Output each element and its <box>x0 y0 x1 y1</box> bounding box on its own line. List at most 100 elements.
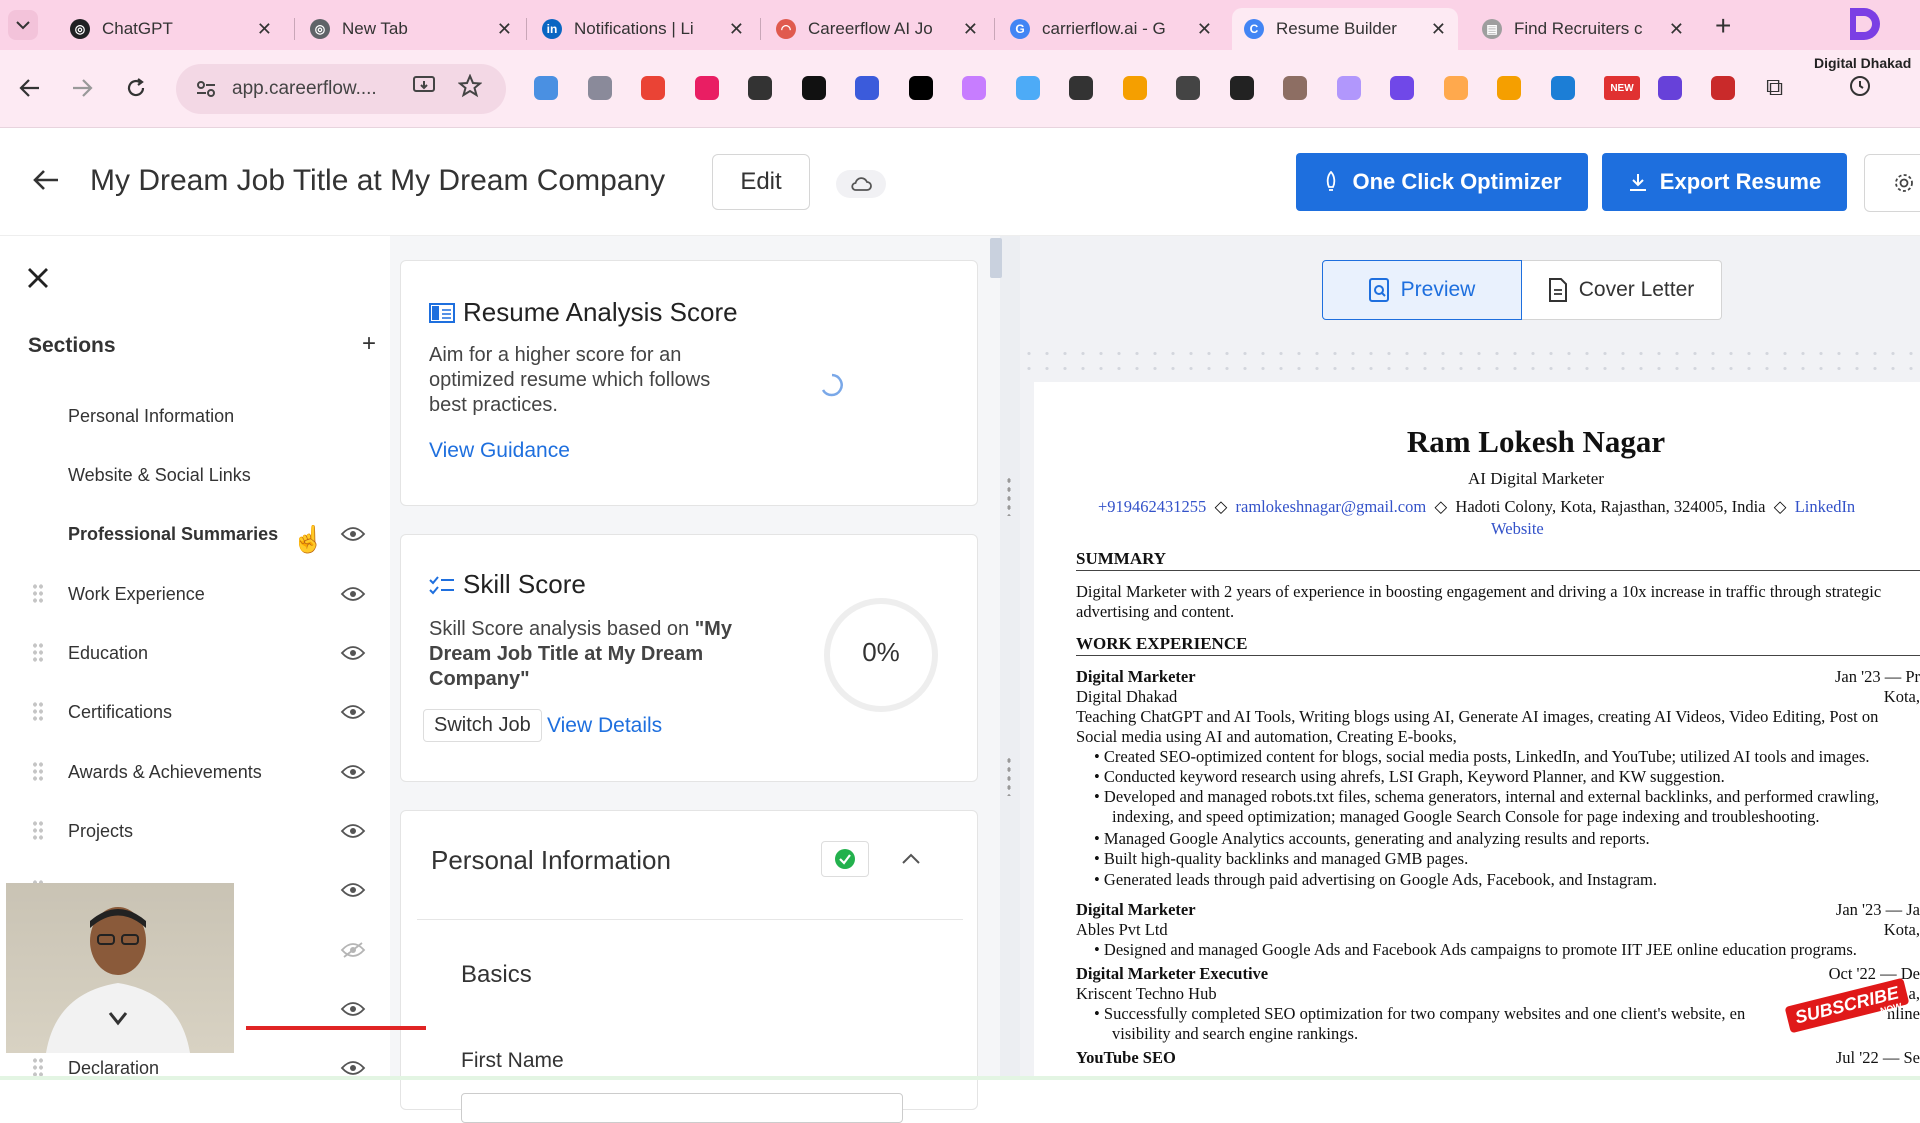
ext-c-icon[interactable] <box>1015 76 1040 100</box>
new-tab-button[interactable]: + <box>1715 10 1731 42</box>
ext-warning-icon[interactable] <box>1497 76 1521 100</box>
view-guidance-link[interactable]: View Guidance <box>429 439 570 463</box>
ext-m-icon[interactable] <box>1336 76 1361 100</box>
ext-cam-icon[interactable] <box>1283 76 1307 100</box>
ext-nine-icon[interactable] <box>1711 76 1735 100</box>
one-click-optimizer-button[interactable]: One Click Optimizer <box>1296 153 1588 211</box>
ext-s-icon[interactable] <box>801 76 826 100</box>
tab-close-icon[interactable]: ✕ <box>963 19 978 40</box>
tab-close-icon[interactable]: ✕ <box>1197 19 1212 40</box>
sidebar-section-item[interactable] <box>0 631 390 677</box>
eye-icon[interactable] <box>340 882 366 898</box>
browser-tab[interactable]: ▤ Find Recruiters c ✕ <box>1470 8 1696 50</box>
ext-l-icon[interactable] <box>1657 76 1682 100</box>
ext-flower-icon[interactable] <box>962 76 986 100</box>
pane-resizer[interactable] <box>990 236 1020 1080</box>
drag-handle-icon[interactable] <box>32 642 44 664</box>
drag-handle-icon[interactable] <box>32 701 44 723</box>
ext-puzzle-color-icon[interactable] <box>1122 76 1147 100</box>
back-button[interactable] <box>10 68 50 108</box>
view-details-link[interactable]: View Details <box>547 714 662 738</box>
cover-letter-label: Cover Letter <box>1578 278 1695 301</box>
tab-separator <box>526 18 527 40</box>
first-name-input[interactable] <box>461 1093 903 1123</box>
sidebar-section-label: Professional Summaries <box>68 524 279 544</box>
resume-phone[interactable]: +919462431255 <box>1098 497 1206 516</box>
eye-icon[interactable] <box>340 1060 366 1076</box>
browser-tab[interactable]: ◠ Careerflow AI Jo ✕ <box>764 8 990 50</box>
eye-icon[interactable] <box>340 704 366 720</box>
tab-close-icon[interactable]: ✕ <box>1431 19 1446 40</box>
collapse-button[interactable] <box>901 851 921 870</box>
tab-close-icon[interactable]: ✕ <box>729 19 744 40</box>
bookmark-star-icon[interactable] <box>457 73 483 103</box>
edit-title-button[interactable]: Edit <box>712 154 810 210</box>
ext-box-icon[interactable] <box>908 76 933 100</box>
ext-chat-icon[interactable] <box>855 76 879 100</box>
resize-handle-bottom[interactable] <box>1006 756 1012 796</box>
ext-tag-icon[interactable] <box>534 76 558 100</box>
tab-close-icon[interactable]: ✕ <box>497 19 512 40</box>
resume-linkedin[interactable]: LinkedIn <box>1795 497 1855 516</box>
resize-handle-top[interactable] <box>1006 476 1012 516</box>
browser-tab-strip: ◎ ChatGPT ✕ ◎ New Tab ✕ in Notifications | Li ✕ ◠… <box>0 0 1920 71</box>
ext-face-icon[interactable] <box>1176 76 1200 100</box>
preview-tab[interactable]: Preview <box>1322 260 1522 320</box>
eye-icon[interactable] <box>340 764 366 780</box>
ext-leaf-icon[interactable] <box>1069 76 1093 100</box>
ext-arrows-icon[interactable] <box>1390 76 1414 100</box>
ext-k-icon[interactable] <box>748 76 772 100</box>
ext-code-icon[interactable] <box>587 76 612 100</box>
ext-g-icon[interactable] <box>641 76 665 100</box>
browser-tab[interactable]: C Resume Builder ✕ <box>1232 8 1458 50</box>
tab-search-button[interactable] <box>8 10 38 40</box>
cover-letter-tab[interactable]: Cover Letter <box>1522 260 1722 320</box>
eye-icon[interactable] <box>340 526 366 542</box>
switch-job-button[interactable]: Switch Job <box>423 709 542 742</box>
ext-dots-icon[interactable] <box>1443 76 1468 100</box>
address-bar[interactable]: app.careerflow.... <box>176 64 506 114</box>
drag-handle-icon[interactable] <box>32 820 44 842</box>
browser-tab[interactable]: ◎ ChatGPT ✕ <box>58 8 284 50</box>
close-sidebar-button[interactable] <box>26 266 50 295</box>
browser-tab[interactable]: ◎ New Tab ✕ <box>298 8 524 50</box>
eye-icon[interactable] <box>340 823 366 839</box>
eye-icon[interactable] <box>340 586 366 602</box>
browser-tab[interactable]: Gcarrierflow.ai - G ✕ <box>998 8 1224 50</box>
add-section-button[interactable]: + <box>362 330 376 358</box>
profile-avatar[interactable] <box>1840 2 1884 46</box>
reload-button[interactable] <box>116 68 156 108</box>
ext-pen-icon[interactable] <box>1229 76 1254 100</box>
drag-handle-icon[interactable] <box>32 761 44 783</box>
back-arrow-button[interactable] <box>32 168 60 197</box>
resume-website[interactable]: Website <box>1491 519 1544 538</box>
install-app-icon[interactable] <box>412 74 436 103</box>
history-icon[interactable] <box>1848 74 1872 103</box>
resume-analysis-card: Resume Analysis Score Aim for a higher s… <box>400 260 978 506</box>
extensions-puzzle-icon[interactable]: ⧉ <box>1766 74 1783 102</box>
job-dates: Jan '23 — Ja <box>1835 900 1920 919</box>
cloud-sync-icon[interactable] <box>836 170 886 198</box>
scrollbar-thumb[interactable] <box>990 238 1002 278</box>
summary-rule <box>1076 570 1920 571</box>
resume-email[interactable]: ramlokeshnagar@gmail.com <box>1236 497 1427 516</box>
eye-icon[interactable] <box>340 1001 366 1017</box>
drag-handle-icon[interactable] <box>32 583 44 605</box>
forward-button[interactable] <box>62 68 102 108</box>
tab-title: Notifications | Li <box>574 19 694 38</box>
ext-feather-icon[interactable] <box>1550 76 1575 100</box>
ext-new-icon[interactable]: NEW <box>1604 76 1640 100</box>
sidebar-section-item[interactable] <box>0 690 390 736</box>
tab-favicon-icon: in <box>542 19 562 39</box>
tab-close-icon[interactable]: ✕ <box>1669 19 1684 40</box>
export-resume-button[interactable]: Export Resume <box>1602 153 1847 211</box>
eye-off-icon[interactable] <box>340 942 366 958</box>
tab-favicon-icon: G <box>1010 19 1030 39</box>
sidebar-section-item[interactable] <box>0 809 390 855</box>
tab-close-icon[interactable]: ✕ <box>257 19 272 40</box>
job-bullet-cont: indexing, and speed optimization; manage… <box>1112 807 1820 826</box>
settings-button[interactable] <box>1864 154 1920 212</box>
ext-bolt-icon[interactable] <box>694 76 719 100</box>
eye-icon[interactable] <box>340 645 366 661</box>
browser-tab[interactable]: in Notifications | Li ✕ <box>530 8 756 50</box>
